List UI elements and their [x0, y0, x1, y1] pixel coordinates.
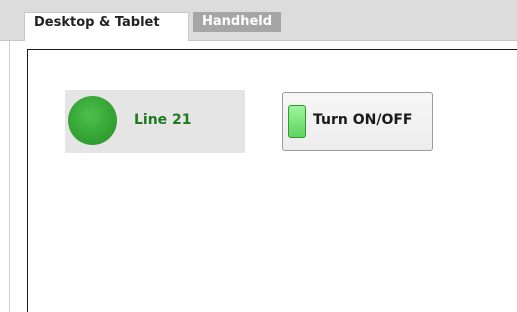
status-indicator: Line 21: [65, 90, 245, 153]
tab-handheld[interactable]: Handheld: [193, 12, 281, 32]
content-panel: [27, 49, 517, 312]
toggle-button-label: Turn ON/OFF: [313, 112, 413, 128]
divider: [9, 41, 10, 312]
toggle-light-icon: [288, 105, 306, 138]
tab-desktop-tablet[interactable]: Desktop & Tablet: [24, 12, 189, 41]
indicator-label: Line 21: [134, 112, 192, 128]
tab-bar: Desktop & Tablet Handheld: [0, 0, 517, 41]
page: Desktop & Tablet Handheld Line 21 Turn O…: [0, 0, 517, 312]
status-led-icon: [68, 96, 117, 145]
toggle-on-off-button[interactable]: Turn ON/OFF: [282, 92, 433, 151]
